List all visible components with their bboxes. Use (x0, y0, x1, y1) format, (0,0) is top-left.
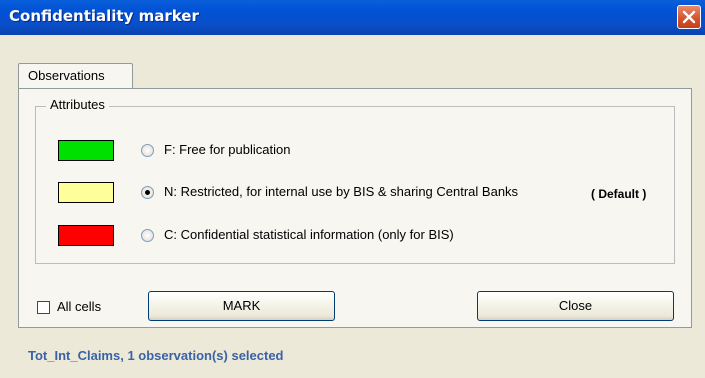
attributes-group: Attributes F: Free for publication N: Re… (35, 97, 675, 264)
close-button-label: Close (558, 298, 593, 313)
option-label-restricted: N: Restricted, for internal use by BIS &… (164, 184, 519, 199)
attributes-group-label: Attributes (46, 97, 109, 112)
default-badge: ( Default ) (591, 187, 647, 201)
radio-restricted[interactable] (141, 186, 154, 199)
close-icon (682, 10, 696, 24)
window-close-button[interactable] (677, 5, 701, 29)
radio-free[interactable] (141, 144, 154, 157)
radio-confidential[interactable] (141, 229, 154, 242)
mark-button-label: MARK (222, 298, 261, 313)
all-cells-label: All cells (57, 299, 102, 314)
mark-button[interactable]: MARK (148, 291, 335, 321)
swatch-restricted (58, 182, 114, 203)
window-title: Confidentiality marker (9, 7, 199, 25)
observations-panel: Attributes F: Free for publication N: Re… (18, 88, 692, 328)
confidentiality-marker-dialog: Confidentiality marker Observations Attr… (0, 0, 705, 378)
option-label-confidential: C: Confidential statistical information … (164, 227, 454, 242)
swatch-free (58, 140, 114, 161)
status-text: Tot_Int_Claims, 1 observation(s) selecte… (28, 348, 284, 363)
tab-observations[interactable]: Observations (18, 63, 133, 89)
all-cells-checkbox[interactable] (37, 301, 50, 314)
radio-selected-dot (145, 190, 150, 195)
close-button[interactable]: Close (477, 291, 674, 321)
tab-label: Observations (28, 68, 105, 83)
title-bar[interactable]: Confidentiality marker (0, 0, 705, 35)
option-label-free: F: Free for publication (164, 142, 291, 157)
swatch-confidential (58, 225, 114, 246)
